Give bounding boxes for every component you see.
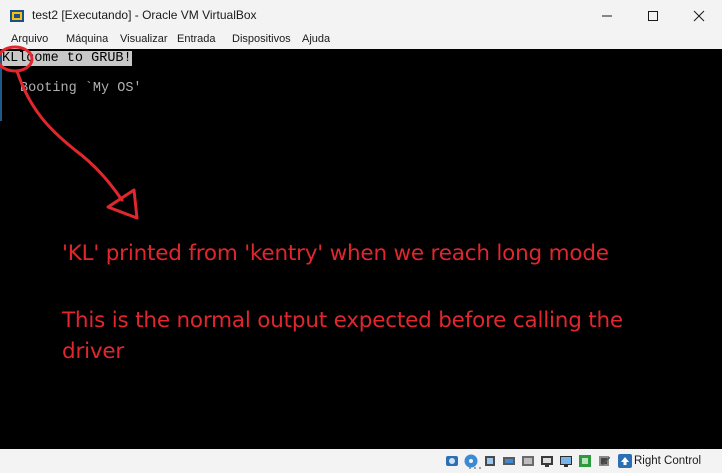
host-key-label: Right Control <box>634 455 702 467</box>
kl-marker: KL <box>2 51 19 66</box>
optical-drive-icon[interactable] <box>463 453 479 469</box>
video-capture-icon[interactable] <box>577 453 593 469</box>
minimize-button[interactable] <box>584 0 630 32</box>
keyboard-arrow-icon[interactable] <box>617 453 633 469</box>
mouse-integration-icon[interactable] <box>600 455 612 467</box>
annotation-normal-output: This is the normal output expected befor… <box>62 308 623 333</box>
annotation-driver: driver <box>62 339 125 364</box>
status-bar <box>0 449 722 473</box>
menu-ajuda[interactable]: Ajuda <box>302 33 330 45</box>
window-title: test2 [Executando] - Oracle VM VirtualBo… <box>32 8 257 22</box>
menu-maquina[interactable]: Máquina <box>66 33 108 45</box>
boot-line: Booting `My OS' <box>20 81 142 96</box>
menu-bar: Arquivo Máquina Visualizar Entrada Dispo… <box>0 32 722 49</box>
usb-icon[interactable] <box>520 453 536 469</box>
menu-visualizar[interactable]: Visualizar <box>120 33 168 45</box>
shared-folders-icon[interactable] <box>539 453 555 469</box>
close-button[interactable] <box>676 0 722 32</box>
menu-entrada[interactable]: Entrada <box>177 33 216 45</box>
audio-icon[interactable] <box>482 453 498 469</box>
virtualbox-icon <box>10 10 24 22</box>
grub-welcome-line: KLlcome to GRUB! <box>2 51 132 67</box>
maximize-icon <box>648 11 658 21</box>
close-icon <box>693 10 705 22</box>
display-icon[interactable] <box>558 453 574 469</box>
grub-welcome-text: lcome to GRUB! <box>18 51 132 66</box>
title-bar: test2 [Executando] - Oracle VM VirtualBo… <box>0 0 722 32</box>
menu-arquivo[interactable]: Arquivo <box>11 33 48 45</box>
annotation-kl-explanation: 'KL' printed from 'kentry' when we reach… <box>62 241 609 266</box>
maximize-button[interactable] <box>630 0 676 32</box>
menu-dispositivos[interactable]: Dispositivos <box>232 33 291 45</box>
minimize-icon <box>602 15 612 17</box>
hard-disk-icon[interactable] <box>444 453 460 469</box>
network-icon[interactable] <box>501 453 517 469</box>
